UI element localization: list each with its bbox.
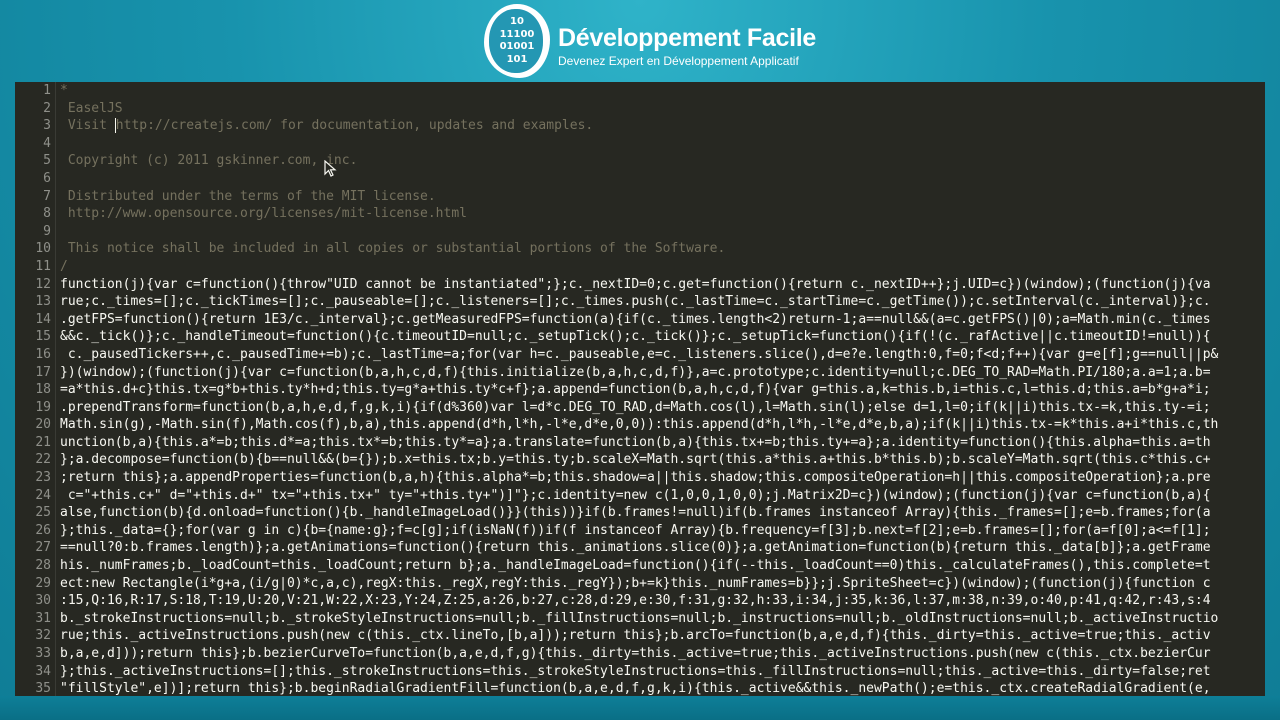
code-area[interactable]: * EaselJS Visit http://createjs.com/ for…: [60, 82, 1265, 696]
line-number: 29: [35, 575, 51, 591]
code-line[interactable]: "fillStyle",e])];return this};b.beginRad…: [60, 680, 1265, 696]
line-number: 27: [35, 540, 51, 556]
brand-subtitle: Devenez Expert en Développement Applicat…: [558, 54, 799, 68]
line-number: 7: [43, 188, 51, 204]
code-line[interactable]: })(window);(function(j){var c=function(b…: [60, 364, 1265, 382]
line-number: 20: [35, 417, 51, 433]
branding-header: 10 11100 01001 101 Développement Facile …: [0, 0, 1280, 82]
comment-line[interactable]: EaselJS: [60, 100, 1265, 118]
code-line[interactable]: &&c._tick()};c._handleTimeout=function()…: [60, 328, 1265, 346]
line-number: 12: [35, 276, 51, 292]
code-line[interactable]: .getFPS=function(){return 1E3/c._interva…: [60, 311, 1265, 329]
code-line[interactable]: rue;c._times=[];c._tickTimes=[];c._pause…: [60, 293, 1265, 311]
logo-bits-row: 10: [510, 16, 524, 27]
code-line[interactable]: unction(b,a){this.a*=b;this.d*=a;this.tx…: [60, 434, 1265, 452]
line-number: 35: [35, 681, 51, 696]
line-number-gutter: 1 2 3 4 5 6 7 8 9 10 11 12 13 14 15 16 17 18 19 20 21 22 23 24 2…: [15, 82, 56, 696]
comment-line[interactable]: Visit http://createjs.com/ for documenta…: [60, 117, 1265, 135]
logo-bits-row: 01001: [499, 41, 535, 52]
code-line[interactable]: ;return this};a.appendProperties=functio…: [60, 469, 1265, 487]
line-number: 16: [35, 346, 51, 362]
code-line[interactable]: alse,function(b){d.onload=function(){b._…: [60, 504, 1265, 522]
comment-line[interactable]: [60, 135, 1265, 153]
comment-line[interactable]: [60, 223, 1265, 241]
line-number: 3: [43, 118, 51, 134]
logo-binary-text: 10 11100 01001 101: [492, 16, 542, 66]
code-line[interactable]: :15,Q:16,R:17,S:18,T:19,U:20,V:21,W:22,X…: [60, 592, 1265, 610]
code-line[interactable]: };this._data={};for(var g in c){b={name:…: [60, 522, 1265, 540]
comment-line[interactable]: Distributed under the terms of the MIT l…: [60, 188, 1265, 206]
code-editor[interactable]: 1 2 3 4 5 6 7 8 9 10 11 12 13 14 15 16 17 18 19 20 21 22 23 24 2…: [15, 82, 1265, 696]
line-number: 13: [35, 294, 51, 310]
logo-bits-row: 101: [506, 53, 528, 65]
bottom-strip: [0, 696, 1280, 720]
line-number: 2: [43, 100, 51, 116]
code-line[interactable]: b._strokeInstructions=null;b._strokeStyl…: [60, 610, 1265, 628]
comment-line[interactable]: Copyright (c) 2011 gskinner.com, inc.: [60, 152, 1265, 170]
line-number: 34: [35, 663, 51, 679]
line-number: 26: [35, 522, 51, 538]
line-number: 1: [43, 83, 51, 98]
line-number: 11: [35, 258, 51, 274]
comment-line[interactable]: [60, 170, 1265, 188]
line-number: 6: [43, 170, 51, 186]
code-line[interactable]: =a*this.d+c}this.tx=g*b+this.ty*h+d;this…: [60, 381, 1265, 399]
code-line[interactable]: ==null?0:b.frames.length)};a.getAnimatio…: [60, 539, 1265, 557]
line-number: 10: [35, 241, 51, 257]
code-line[interactable]: .prependTransform=function(b,a,h,e,d,f,g…: [60, 399, 1265, 417]
code-line[interactable]: c._pausedTickers++,c._pausedTime+=b);c._…: [60, 346, 1265, 364]
line-number: 21: [35, 434, 51, 450]
code-line[interactable]: ect:new Rectangle(i*g+a,(i/g|0)*c,a,c),r…: [60, 575, 1265, 593]
line-number: 32: [35, 628, 51, 644]
mouse-pointer-icon: [324, 160, 337, 177]
code-line[interactable]: b,a,e,d]));return this};b.bezierCurveTo=…: [60, 645, 1265, 663]
line-number: 14: [35, 311, 51, 327]
line-number: 28: [35, 558, 51, 574]
line-number: 8: [43, 206, 51, 222]
brand-title: Développement Facile: [558, 24, 816, 52]
comment-line[interactable]: http://www.opensource.org/licenses/mit-l…: [60, 205, 1265, 223]
line-number: 19: [35, 399, 51, 415]
line-number: 4: [43, 135, 51, 151]
line-number: 25: [35, 505, 51, 521]
code-line[interactable]: };this._activeInstructions=[];this._stro…: [60, 663, 1265, 681]
line-number: 22: [35, 452, 51, 468]
code-line[interactable]: };a.decompose=function(b){b==null&&(b={}…: [60, 451, 1265, 469]
comment-line[interactable]: *: [60, 82, 1265, 100]
line-number: 15: [35, 329, 51, 345]
code-line[interactable]: function(j){var c=function(){throw"UID c…: [60, 276, 1265, 294]
logo-bits-row: 11100: [499, 28, 535, 40]
line-number: 9: [43, 223, 51, 239]
logo-head-shape: 10 11100 01001 101: [489, 9, 543, 73]
brand-logo: 10 11100 01001 101: [484, 4, 550, 78]
comment-line[interactable]: This notice shall be included in all cop…: [60, 240, 1265, 258]
text-cursor: [114, 118, 116, 134]
line-number: 31: [35, 610, 51, 626]
code-line[interactable]: rue;this._activeInstructions.push(new c(…: [60, 627, 1265, 645]
code-line[interactable]: his._numFrames;b._loadCount=this._loadCo…: [60, 557, 1265, 575]
line-number: 33: [35, 646, 51, 661]
code-line[interactable]: c="+this.c+" d="+this.d+" tx="+this.tx+"…: [60, 487, 1265, 505]
line-number: 23: [35, 470, 51, 486]
line-number: 30: [35, 593, 51, 609]
line-number: 17: [35, 364, 51, 380]
line-number: 18: [35, 382, 51, 398]
code-line[interactable]: Math.sin(g),-Math.sin(f),Math.cos(f),b,a…: [60, 416, 1265, 434]
line-number: 5: [43, 153, 51, 169]
comment-line[interactable]: /: [60, 258, 1265, 276]
line-number: 24: [35, 487, 51, 503]
